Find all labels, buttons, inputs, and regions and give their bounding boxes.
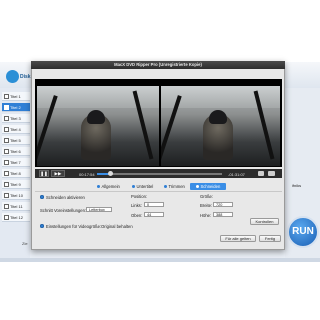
video-size-value: Original behalten — [101, 224, 133, 229]
title-list: Titel 1 Titel 2 Titel 3 Titel 4 Titel 5 Titel… — [0, 88, 30, 258]
size-label: Größe: — [200, 194, 214, 199]
title-checkbox[interactable] — [4, 105, 9, 111]
output-partial-label: ifniks — [292, 183, 302, 188]
done-button[interactable]: Fertig — [259, 235, 281, 242]
tab-general[interactable]: Allgemein — [97, 183, 120, 190]
title-list-item-label: Titel 12 — [10, 215, 23, 220]
tab-general-label: Allgemein — [101, 184, 120, 189]
width-label: Breite: — [200, 203, 213, 208]
left-label: Links: — [131, 203, 142, 208]
title-list-item[interactable]: Titel 5 — [2, 136, 30, 145]
height-label: Höhe: — [200, 213, 212, 218]
tab-subtitles-label: Untertitel — [136, 184, 154, 189]
cropped-preview-frame — [161, 86, 280, 166]
title-list-item-label: Titel 7 — [10, 160, 21, 165]
tab-crop-dot-icon — [196, 185, 199, 189]
crop-height-input[interactable]: 388 — [213, 212, 233, 217]
tab-subtitles[interactable]: Untertitel — [132, 183, 153, 190]
tab-subtitles-dot-icon — [132, 185, 135, 189]
title-list-item-label: Titel 9 — [10, 182, 21, 187]
title-list-item[interactable]: Titel 6 — [2, 147, 30, 156]
original-preview-frame — [37, 86, 159, 166]
fast-forward-button[interactable]: ▶▶ — [51, 170, 65, 177]
tab-divider — [35, 191, 282, 192]
seek-slider[interactable] — [97, 173, 222, 175]
top-offset-input[interactable]: 44 — [144, 212, 164, 217]
title-checkbox[interactable] — [4, 138, 9, 144]
pause-button[interactable]: ❚❚ — [39, 170, 49, 177]
title-list-item-label: Titel 5 — [10, 138, 21, 143]
title-list-item-label: Titel 11 — [10, 204, 23, 209]
dialog-title: MacX DVD Ripper Pro (Unregistrierte Kopi… — [31, 61, 285, 69]
title-list-item[interactable]: Titel 9 — [2, 180, 30, 189]
tab-crop[interactable]: Schneiden — [190, 183, 227, 190]
title-checkbox[interactable] — [4, 94, 9, 100]
top-label: Oben: — [131, 213, 143, 218]
title-list-item-label: Titel 8 — [10, 171, 21, 176]
tab-trim-label: Trimmen — [168, 184, 185, 189]
left-offset-input[interactable]: 0 — [144, 202, 164, 207]
window-footer — [0, 258, 320, 262]
tab-general-dot-icon — [97, 185, 100, 189]
title-checkbox[interactable] — [4, 171, 9, 177]
title-checkbox[interactable] — [4, 182, 9, 188]
crop-preset-select[interactable]: Letterbox — [86, 207, 112, 212]
title-list-item-label: Titel 6 — [10, 149, 21, 154]
title-list-item[interactable]: Titel 2 — [2, 103, 30, 112]
title-list-item-label: Titel 3 — [10, 116, 21, 121]
title-list-item[interactable]: Titel 8 — [2, 169, 30, 178]
output-folder-label: Zie — [22, 241, 28, 246]
snapshot-camera-icon[interactable] — [258, 171, 264, 176]
crop-preset-label: Schnitt Voreinstellungen: — [40, 208, 87, 213]
tab-trim-dot-icon — [164, 185, 167, 189]
app-logo-icon — [6, 70, 19, 83]
apply-to-all-button[interactable]: Für alle gelten — [220, 235, 256, 242]
title-checkbox[interactable] — [4, 215, 9, 221]
video-size-checkbox[interactable] — [40, 224, 44, 228]
current-time: 00:17:54 — [79, 172, 95, 177]
title-checkbox[interactable] — [4, 127, 9, 133]
position-label: Position: — [131, 194, 148, 199]
app-logo-label: Disk — [20, 74, 31, 80]
enable-crop-label: Schneiden aktivieren — [46, 195, 85, 200]
open-folder-icon[interactable] — [268, 171, 275, 176]
title-list-item[interactable]: Titel 4 — [2, 125, 30, 134]
tab-trim[interactable]: Trimmen — [164, 183, 185, 190]
video-size-label: Einstellungen für Videogröße: — [46, 224, 102, 229]
enable-crop-checkbox[interactable] — [40, 195, 44, 199]
crop-width-input[interactable]: 720 — [213, 202, 233, 207]
title-checkbox[interactable] — [4, 204, 9, 210]
title-list-item[interactable]: Titel 3 — [2, 114, 30, 123]
title-list-item[interactable]: Titel 7 — [2, 158, 30, 167]
title-checkbox[interactable] — [4, 193, 9, 199]
run-button[interactable]: RUN — [287, 216, 319, 248]
title-list-item-label: Titel 4 — [10, 127, 21, 132]
title-checkbox[interactable] — [4, 116, 9, 122]
title-list-item[interactable]: Titel 10 — [2, 191, 30, 200]
title-list-item[interactable]: Titel 12 — [2, 213, 30, 222]
title-list-item[interactable]: Titel 11 — [2, 202, 30, 211]
title-checkbox[interactable] — [4, 160, 9, 166]
title-list-item[interactable]: Titel 1 — [2, 92, 30, 101]
title-checkbox[interactable] — [4, 149, 9, 155]
reset-button[interactable]: Kontrollen — [250, 218, 279, 225]
remaining-time: -01:31:07 — [228, 172, 245, 177]
title-list-item-label: Titel 2 — [10, 105, 21, 110]
title-list-item-label: Titel 1 — [10, 94, 21, 99]
tab-crop-label: Schneiden — [200, 184, 221, 189]
title-list-item-label: Titel 10 — [10, 193, 23, 198]
